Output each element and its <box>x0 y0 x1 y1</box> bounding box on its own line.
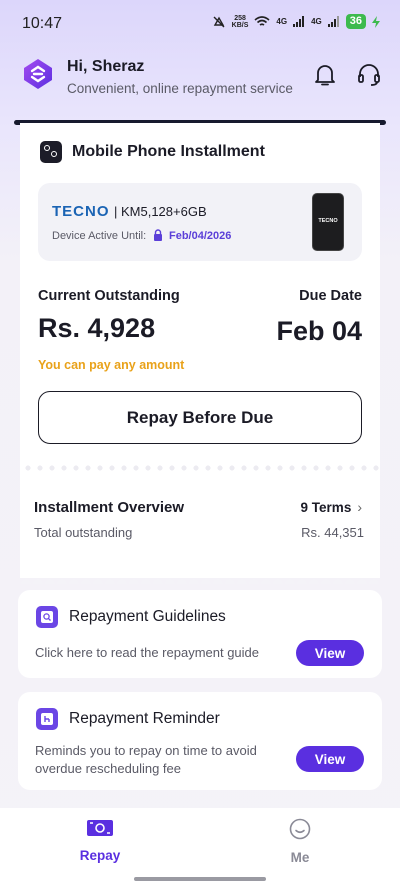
installment-icon <box>40 141 62 163</box>
guide-search-icon <box>36 606 58 628</box>
headset-icon[interactable] <box>356 62 382 88</box>
reminder-desc: Reminds you to repay on time to avoid ov… <box>35 743 257 776</box>
status-bar: 10:47 258 KB/S 4G 4G 36 <box>0 0 400 48</box>
device-box: TECNO | KM5,128+6GB Device Active Until:… <box>38 183 362 261</box>
outstanding-amount: Rs. 4,928 <box>38 313 156 343</box>
smiley-icon <box>289 818 311 840</box>
signal-icon-1: 4G <box>276 17 288 26</box>
phone-image-label: TECNO <box>318 218 338 224</box>
terms-link[interactable]: 9 Terms › <box>301 499 362 515</box>
home-indicator <box>134 877 266 881</box>
phone-image: TECNO <box>312 193 344 251</box>
nav-label-me: Me <box>290 850 310 865</box>
outstanding-label: Current Outstanding <box>38 288 180 304</box>
status-time: 10:47 <box>22 15 63 32</box>
any-amount-hint: You can pay any amount <box>38 358 185 372</box>
guidelines-view-button[interactable]: View <box>296 640 364 666</box>
guidelines-title: Repayment Guidelines <box>69 608 226 625</box>
status-icons: 258 KB/S 4G 4G 36 <box>212 14 380 29</box>
perforation-divider <box>20 463 380 473</box>
tagline: Convenient, online repayment service <box>67 81 293 96</box>
bell-icon[interactable] <box>312 62 338 88</box>
header: Hi, Sheraz Convenient, online repayment … <box>0 54 400 106</box>
charging-icon <box>372 15 380 28</box>
total-outstanding-label: Total outstanding <box>34 525 133 540</box>
device-active-label: Device Active Until: <box>52 230 147 242</box>
signal-icon-2: 4G <box>311 17 322 26</box>
installment-title-row: Mobile Phone Installment <box>40 141 265 163</box>
scallop-edge <box>20 576 380 584</box>
nav-label-repay: Repay <box>79 848 121 863</box>
battery-indicator: 36 <box>345 14 366 29</box>
repay-cash-icon <box>87 820 113 836</box>
signal-bars-icon <box>293 16 305 27</box>
nav-item-repay[interactable]: Repay <box>40 818 160 863</box>
installment-overview-title: Installment Overview <box>34 499 185 516</box>
installment-title: Mobile Phone Installment <box>72 143 265 160</box>
app-logo-icon <box>24 59 52 89</box>
nav-item-me[interactable]: Me <box>240 818 360 865</box>
due-date: Feb 04 <box>276 316 362 346</box>
brand-logo: TECNO <box>52 203 110 220</box>
reminder-clock-icon <box>36 708 58 730</box>
due-date-label: Due Date <box>299 288 362 304</box>
repayment-guidelines-card: Repayment Guidelines Click here to read … <box>18 590 382 678</box>
repay-before-due-button[interactable]: Repay Before Due <box>38 391 362 444</box>
network-speed: 258 KB/S <box>231 14 249 29</box>
terms-count: 9 Terms <box>300 499 352 515</box>
lock-icon <box>154 229 162 241</box>
mute-icon <box>213 16 225 27</box>
wifi-icon <box>254 15 270 26</box>
total-outstanding-value: Rs. 44,351 <box>301 525 364 540</box>
reminder-view-button[interactable]: View <box>296 746 364 772</box>
device-active-date: Feb/04/2026 <box>169 230 232 242</box>
device-model: | KM5,128+6GB <box>114 204 207 219</box>
greeting: Hi, Sheraz <box>67 58 145 75</box>
signal-bars-icon-2 <box>327 16 339 27</box>
reminder-title: Repayment Reminder <box>69 710 220 727</box>
bottom-nav: Repay Me <box>0 808 400 888</box>
repayment-reminder-card: Repayment Reminder Reminds you to repay … <box>18 692 382 790</box>
chevron-right-icon: › <box>357 499 362 515</box>
guidelines-desc: Click here to read the repayment guide <box>35 645 260 660</box>
installment-card: Mobile Phone Installment TECNO | KM5,128… <box>20 123 380 584</box>
